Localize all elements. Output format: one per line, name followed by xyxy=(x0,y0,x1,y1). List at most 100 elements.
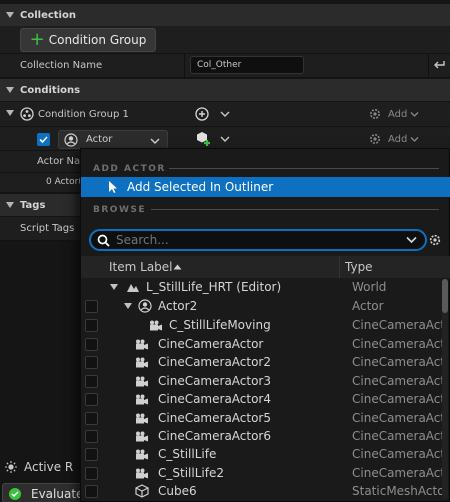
expand-icon[interactable] xyxy=(124,303,132,309)
visibility-checkbox[interactable] xyxy=(85,429,98,443)
camera-icon xyxy=(136,449,148,460)
search-icon xyxy=(97,234,110,247)
visibility-checkbox[interactable] xyxy=(85,484,98,498)
gear-icon[interactable] xyxy=(428,233,442,247)
add-dropdown-label[interactable]: Add xyxy=(388,134,407,145)
visibility-checkbox[interactable] xyxy=(85,411,98,425)
section-title: Collection xyxy=(20,9,76,21)
chevron-down-icon[interactable] xyxy=(220,135,230,143)
item-label: C_StillLife xyxy=(158,447,217,461)
tree-row-cinecameraactor4[interactable]: CineCameraActor4 CineCameraActor xyxy=(81,390,442,408)
item-type: CineCameraActor xyxy=(352,411,442,425)
column-item-label[interactable]: Item Label xyxy=(109,260,173,274)
divider xyxy=(169,168,439,169)
scrollbar-track[interactable] xyxy=(442,279,448,499)
camera-icon xyxy=(136,394,148,405)
check-icon xyxy=(39,136,48,144)
item-type: CineCameraActor xyxy=(352,355,442,369)
divider xyxy=(184,54,185,78)
tree-row-cinecameraactor[interactable]: CineCameraActor CineCameraActor xyxy=(81,335,442,353)
visibility-checkbox[interactable] xyxy=(85,355,98,369)
visibility-checkbox[interactable] xyxy=(85,374,98,388)
search-input[interactable] xyxy=(116,233,406,247)
item-type: StaticMeshActo xyxy=(352,484,442,498)
tree-row-c-stilllife2[interactable]: C_StillLife2 CineCameraActor xyxy=(81,464,442,482)
visibility-checkbox[interactable] xyxy=(85,318,98,332)
collapse-icon xyxy=(6,12,14,18)
browse-heading: BROWSE xyxy=(93,205,146,215)
divider xyxy=(151,209,439,210)
expand-icon[interactable] xyxy=(110,284,118,290)
item-type: CineCameraActor xyxy=(352,374,442,388)
add-selected-label: Add Selected In Outliner xyxy=(127,180,274,194)
visibility-checkbox[interactable] xyxy=(85,392,98,406)
plus-icon: + xyxy=(29,29,45,50)
section-title: Tags xyxy=(20,199,46,211)
gear-icon[interactable] xyxy=(368,132,382,146)
add-selected-in-outliner[interactable]: Add Selected In Outliner xyxy=(81,177,450,197)
section-collection[interactable]: Collection xyxy=(0,4,450,26)
add-actor-popup: ADD ACTOR Add Selected In Outliner BROWS… xyxy=(80,148,450,502)
actor-icon xyxy=(64,133,78,147)
chevron-down-icon[interactable] xyxy=(410,111,419,118)
visibility-checkbox[interactable] xyxy=(85,466,98,480)
tree-row-c-stilllifemoving[interactable]: C_StillLifeMoving CineCameraAct xyxy=(81,316,442,334)
tree-row-cinecameraactor6[interactable]: CineCameraActor6 CineCameraActor xyxy=(81,427,442,445)
collection-name-field[interactable]: Col_Other xyxy=(190,56,304,74)
actor-icon xyxy=(138,299,152,313)
item-type: CineCameraActor xyxy=(352,429,442,443)
column-header-row: Item Label Type xyxy=(81,256,450,278)
sort-ascending-icon[interactable] xyxy=(173,264,182,270)
item-label: Actor2 xyxy=(158,299,198,313)
green-check-icon xyxy=(9,488,21,500)
scrollbar-thumb[interactable] xyxy=(442,279,448,313)
collection-name-label: Collection Name xyxy=(20,60,103,71)
active-rules-label: Active R xyxy=(24,460,74,474)
static-mesh-icon xyxy=(135,484,149,498)
section-conditions[interactable]: Conditions xyxy=(0,79,450,101)
tree-row-cinecameraactor3[interactable]: CineCameraActor3 CineCameraActor xyxy=(81,372,442,390)
divider xyxy=(428,54,429,78)
tree-row-cube6[interactable]: Cube6 StaticMeshActo xyxy=(81,482,442,500)
chevron-down-icon[interactable] xyxy=(410,136,419,143)
evaluate-button[interactable]: Evaluate xyxy=(2,483,92,502)
item-label: CineCameraActor6 xyxy=(158,429,272,443)
sun-icon xyxy=(5,461,17,473)
search-box[interactable] xyxy=(89,229,427,251)
tree-row-world[interactable]: L_StillLife_HRT (Editor) World xyxy=(81,278,441,296)
camera-icon xyxy=(136,357,148,368)
actor-count-label: 0 Actor( xyxy=(46,177,82,187)
condition-group-icon xyxy=(20,107,34,121)
item-type: World xyxy=(352,280,387,294)
chevron-down-icon[interactable] xyxy=(220,110,230,118)
item-type: CineCameraAct xyxy=(352,318,442,332)
column-type[interactable]: Type xyxy=(345,260,373,274)
item-label: C_StillLifeMoving xyxy=(169,318,271,332)
tree-row-actor2[interactable]: Actor2 Actor xyxy=(81,297,441,315)
expand-icon[interactable] xyxy=(6,110,14,116)
actor-checkbox[interactable] xyxy=(37,133,50,146)
item-type: CineCameraActor xyxy=(352,447,442,461)
tree-row-cinecameraactor2[interactable]: CineCameraActor2 CineCameraActor xyxy=(81,353,442,371)
add-condition-group-button[interactable]: + Condition Group xyxy=(20,28,156,52)
actor-type-dropdown[interactable]: Actor xyxy=(58,130,168,149)
camera-icon xyxy=(136,413,148,424)
add-circle-icon[interactable] xyxy=(195,107,209,121)
chevron-down-icon xyxy=(150,138,160,144)
add-dropdown-label[interactable]: Add xyxy=(388,109,407,120)
reset-arrow-icon[interactable] xyxy=(433,60,445,70)
item-label: C_StillLife2 xyxy=(158,466,224,480)
section-title: Conditions xyxy=(20,84,81,96)
camera-icon xyxy=(136,468,148,479)
gear-icon[interactable] xyxy=(368,107,382,121)
tree-row-cinecameraactor5[interactable]: CineCameraActor5 CineCameraActor xyxy=(81,409,442,427)
add-actor-icon[interactable] xyxy=(196,131,212,147)
visibility-checkbox[interactable] xyxy=(85,447,98,461)
button-label: Condition Group xyxy=(48,33,147,47)
chevron-down-icon[interactable] xyxy=(406,236,417,244)
dropdown-value: Actor xyxy=(86,134,113,145)
visibility-checkbox[interactable] xyxy=(85,299,98,313)
visibility-checkbox[interactable] xyxy=(85,337,98,351)
tree-row-c-stilllife[interactable]: C_StillLife CineCameraActor xyxy=(81,445,442,463)
script-tags-label: Script Tags xyxy=(20,223,75,234)
